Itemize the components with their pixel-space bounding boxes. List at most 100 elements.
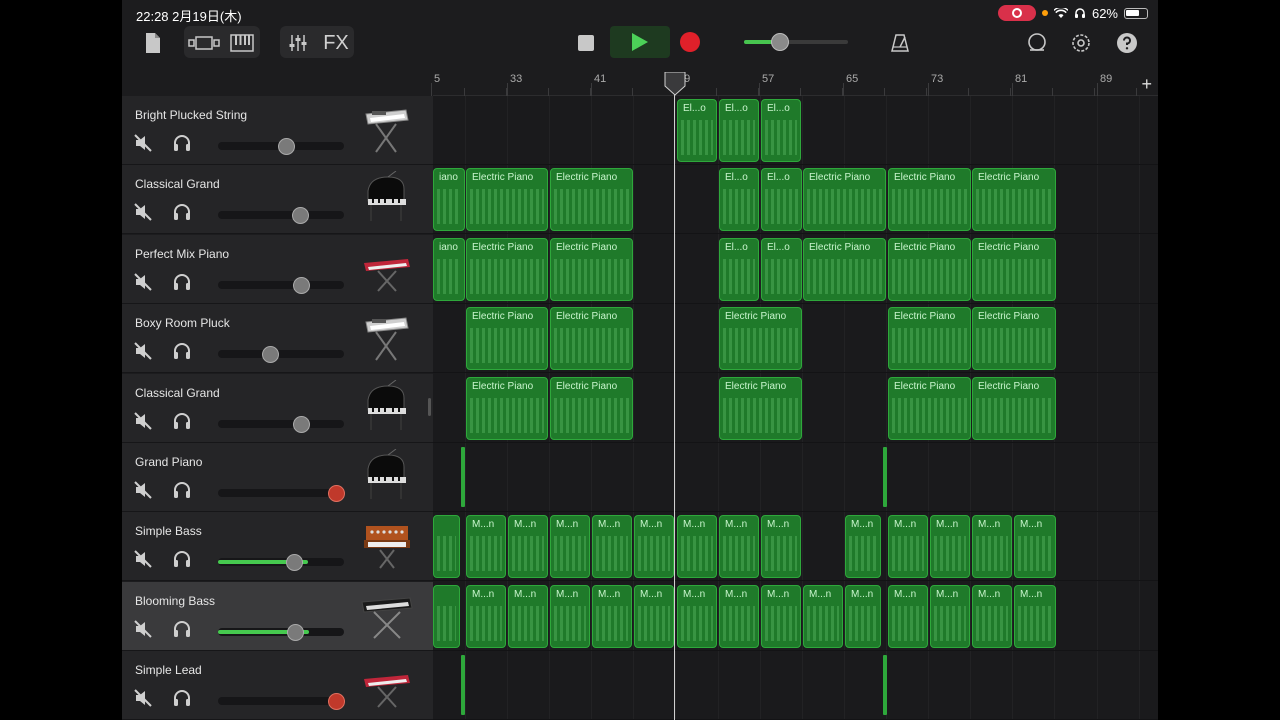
synth-stand-icon[interactable] [360,588,414,644]
midi-region[interactable]: M...n [972,515,1012,579]
arrangement-area[interactable]: El...o El...o El...o iano Electric Piano Elec… [433,96,1158,720]
midi-region[interactable]: El...o [677,99,717,162]
midi-region[interactable]: M...n [845,584,881,648]
record-button[interactable] [680,32,700,52]
midi-region[interactable]: M...n [634,584,674,648]
mixer-button[interactable] [284,28,312,58]
midi-region[interactable]: iano [433,168,465,232]
help-button[interactable] [1114,28,1140,58]
solo-headphones-icon[interactable] [172,341,192,361]
track-lane[interactable]: M...n M...n M...n M...n M...n M...n M...n M...n… [433,582,1158,651]
my-songs-button[interactable] [140,28,166,58]
midi-region[interactable]: Electric Piano [466,307,548,371]
midi-region[interactable]: Electric Piano [803,168,886,232]
midi-region[interactable]: M...n [1014,584,1056,648]
midi-region[interactable]: M...n [803,584,843,648]
header-resize-handle[interactable] [428,398,431,416]
grand-piano-icon[interactable] [360,170,414,227]
track-header[interactable]: Simple Lead [122,651,433,720]
play-button[interactable] [610,26,670,58]
midi-region[interactable]: M...n [761,515,801,579]
instrument-view-button[interactable] [228,28,256,58]
midi-region[interactable]: Electric Piano [972,307,1056,371]
track-volume-knob[interactable] [293,276,311,294]
midi-region[interactable]: El...o [719,168,759,232]
mute-icon[interactable] [134,620,152,638]
mute-icon[interactable] [134,273,152,291]
midi-region[interactable]: Electric Piano [888,376,971,440]
midi-region[interactable]: M...n [634,515,674,579]
master-volume-knob[interactable] [771,33,790,51]
track-header[interactable]: Grand Piano [122,443,433,512]
track-lane[interactable]: iano Electric Piano Electric Piano El...o El… [433,165,1158,235]
mute-icon[interactable] [134,689,152,707]
midi-region[interactable]: M...n [508,515,548,579]
track-volume-slider[interactable] [218,138,344,155]
solo-headphones-icon[interactable] [172,133,192,153]
midi-region[interactable]: M...n [550,584,590,648]
keyboard-stand-icon[interactable] [360,310,414,366]
solo-headphones-icon[interactable] [172,480,192,500]
midi-region[interactable]: Electric Piano [972,237,1056,301]
solo-headphones-icon[interactable] [172,619,192,639]
short-region[interactable] [883,655,887,716]
midi-region[interactable]: Electric Piano [888,307,971,371]
fx-button[interactable]: FX [320,28,352,58]
midi-region[interactable]: Electric Piano [466,237,548,301]
stop-button[interactable] [572,28,600,58]
solo-headphones-icon[interactable] [172,202,192,222]
track-header[interactable]: Bright Plucked String [122,96,433,165]
mute-icon[interactable] [134,342,152,360]
solo-headphones-icon[interactable] [172,411,192,431]
grand-piano-icon[interactable] [360,379,414,436]
midi-region[interactable]: Electric Piano [550,307,633,371]
track-header[interactable]: Boxy Room Pluck [122,304,433,374]
midi-region[interactable]: Electric Piano [466,376,548,440]
playhead[interactable] [674,72,675,720]
midi-region[interactable]: M...n [972,584,1012,648]
track-volume-knob[interactable] [278,138,296,155]
midi-region[interactable]: M...n [761,584,801,648]
track-volume-slider[interactable] [218,207,344,225]
midi-region[interactable]: M...n [508,584,548,648]
midi-region[interactable]: M...n [1014,515,1056,579]
loop-browser-button[interactable] [1024,28,1050,58]
midi-region[interactable]: Electric Piano [803,237,886,301]
midi-region[interactable]: El...o [719,99,759,162]
track-volume-knob[interactable] [261,346,279,364]
track-volume-slider[interactable] [218,693,346,711]
track-lane[interactable]: Electric Piano Electric Piano Electric Pia… [433,304,1158,374]
midi-region[interactable]: Electric Piano [550,237,633,301]
midi-region[interactable]: M...n [550,515,590,579]
red-keyboard-icon[interactable] [360,657,414,713]
track-volume-knob[interactable] [328,693,346,711]
midi-region[interactable]: M...n [677,584,717,648]
midi-region[interactable]: M...n [930,584,970,648]
midi-region[interactable]: M...n [930,515,970,579]
metronome-button[interactable] [888,28,912,58]
midi-region[interactable]: Electric Piano [972,168,1056,232]
mute-icon[interactable] [134,481,152,499]
midi-region[interactable]: Electric Piano [466,168,548,232]
track-header[interactable]: Classical Grand [122,373,433,443]
track-volume-slider[interactable] [218,554,344,572]
track-lane[interactable]: M...n M...n M...n M...n M...n M...n M...n M...n… [433,512,1158,582]
midi-region[interactable]: M...n [888,584,928,648]
midi-region[interactable]: Electric Piano [719,376,802,440]
track-header[interactable]: Classical Grand [122,165,433,235]
track-volume-slider[interactable] [218,485,346,502]
short-region[interactable] [883,447,887,507]
track-volume-knob[interactable] [286,623,304,641]
synth-icon[interactable] [360,518,414,574]
midi-region[interactable]: M...n [888,515,928,579]
midi-region[interactable]: M...n [466,584,506,648]
midi-region[interactable]: Electric Piano [719,307,802,371]
midi-region[interactable]: Electric Piano [888,237,971,301]
add-section-icon[interactable]: + [1141,74,1152,95]
midi-region[interactable]: M...n [466,515,506,579]
tracks-view-button[interactable] [186,28,222,58]
track-volume-knob[interactable] [285,554,303,572]
track-volume-slider[interactable] [218,276,344,294]
mute-icon[interactable] [134,550,152,569]
midi-region[interactable]: M...n [719,584,759,648]
